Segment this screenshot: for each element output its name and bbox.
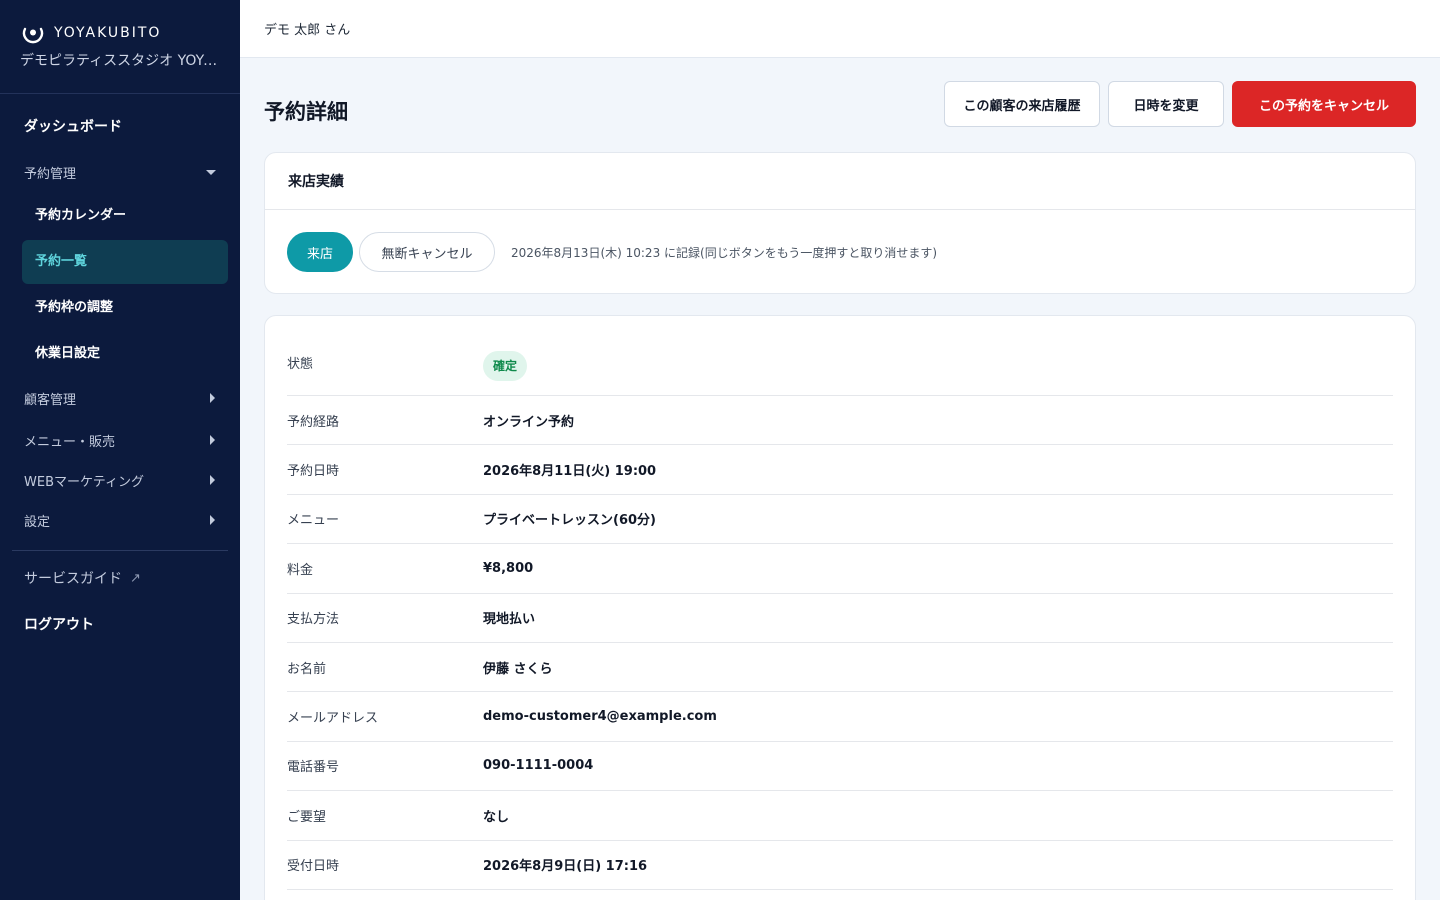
detail-value: ¥8,800 [483, 560, 534, 576]
detail-value: 2026年8月11日(火) 19:00 [483, 464, 657, 480]
detail-label: メールアドレス [287, 711, 379, 727]
detail-label: メニュー [287, 513, 340, 529]
page-header: 予約詳細 この顧客の来店履歴 日時を変更 この予約をキャンセル [264, 58, 1416, 152]
detail-value: 現地払い [483, 612, 536, 628]
sidebar-item-dashboard[interactable]: ダッシュボード [0, 104, 240, 150]
status-badge: 確定 [483, 351, 528, 381]
sidebar-group-customers[interactable]: 顧客管理 [0, 376, 240, 420]
brand-name: YOYAKUBITO [54, 25, 162, 41]
detail-label: 料金 [287, 562, 314, 578]
detail-label: 予約経路 [287, 414, 340, 430]
detail-value: プライベートレッスン(60分) [483, 513, 656, 529]
chevron-right-icon [210, 515, 215, 525]
page-title: 予約詳細 [264, 100, 348, 124]
brand-logo-row[interactable]: YOYAKUBITO [20, 20, 220, 46]
detail-row-payment: 支払方法 現地払い [287, 594, 1393, 643]
visited-button[interactable]: 来店 [287, 232, 353, 272]
sidebar-group-reservation[interactable]: 予約管理 [0, 150, 240, 194]
sidebar-group-label: 設定 [24, 514, 51, 530]
reservation-detail-card: 状態 確定 予約経路 オンライン予約 予約日時 2026年8月11日(火) 19… [264, 315, 1416, 900]
detail-label: 受付日時 [287, 859, 340, 875]
chevron-right-icon [210, 393, 215, 403]
sidebar-group-label: 顧客管理 [24, 392, 77, 408]
visit-record-title: 来店実績 [265, 153, 1415, 210]
sidebar-group-label: WEBマーケティング [24, 474, 144, 490]
visit-history-button[interactable]: この顧客の来店履歴 [944, 81, 1100, 127]
detail-row-name: お名前 伊藤 さくら [287, 643, 1393, 693]
sidebar-group-label: 予約管理 [24, 166, 77, 182]
detail-value: 090-1111-0004 [483, 758, 594, 774]
visit-record-note: 2026年8月13日(木) 10:23 に記録(同じボタンをもう一度押すと取り消… [511, 245, 938, 260]
cancel-reservation-button[interactable]: この予約をキャンセル [1232, 81, 1416, 127]
sidebar-group-web-marketing[interactable]: WEBマーケティング [0, 460, 240, 500]
detail-row-menu: メニュー プライベートレッスン(60分) [287, 495, 1393, 545]
detail-row-price: 料金 ¥8,800 [287, 544, 1393, 594]
sidebar-group-label: メニュー・販売 [24, 434, 116, 450]
current-user[interactable]: デモ 太郎 さん [264, 19, 350, 38]
sidebar-item-holidays[interactable]: 休業日設定 [22, 332, 228, 376]
sidebar-item-reservation-calendar[interactable]: 予約カレンダー [22, 194, 228, 238]
chevron-right-icon [210, 435, 215, 445]
topbar: デモ 太郎 さん [240, 0, 1440, 58]
no-show-button[interactable]: 無断キャンセル [359, 232, 495, 272]
sidebar-item-logout[interactable]: ログアウト [0, 605, 240, 645]
detail-label: 状態 [287, 357, 314, 372]
detail-row-channel: 予約経路 オンライン予約 [287, 396, 1393, 446]
detail-row-request: ご要望 なし [287, 791, 1393, 841]
change-datetime-button[interactable]: 日時を変更 [1108, 81, 1224, 127]
chevron-down-icon [206, 169, 216, 175]
detail-label: 予約日時 [287, 464, 340, 480]
detail-value: なし [483, 809, 510, 825]
detail-label: お名前 [287, 661, 327, 677]
detail-label: 支払方法 [287, 612, 340, 628]
detail-row-datetime: 予約日時 2026年8月11日(火) 19:00 [287, 445, 1393, 495]
external-link-icon: ↗ [130, 570, 141, 586]
detail-value: オンライン予約 [483, 414, 575, 430]
sidebar-group-menu-sales[interactable]: メニュー・販売 [0, 420, 240, 460]
visit-record-card: 来店実績 来店 無断キャンセル 2026年8月13日(木) 10:23 に記録(… [264, 152, 1416, 294]
brand: YOYAKUBITO デモピラティススタジオ YOYAKUBITO [0, 0, 240, 94]
sidebar-item-slot-adjust[interactable]: 予約枠の調整 [22, 286, 228, 330]
detail-value: 確定 [483, 351, 528, 381]
yoyakubito-logo-icon [22, 27, 44, 44]
detail-row-status: 状態 確定 [287, 336, 1393, 396]
chevron-right-icon [210, 475, 215, 485]
sidebar-group-settings[interactable]: 設定 [0, 500, 240, 540]
detail-label: ご要望 [287, 809, 327, 825]
detail-row-email: メールアドレス demo-customer4@example.com [287, 692, 1393, 742]
main-content: 予約詳細 この顧客の来店履歴 日時を変更 この予約をキャンセル 来店実績 来店 … [264, 58, 1416, 900]
sidebar-item-reservation-list[interactable]: 予約一覧 [22, 240, 228, 284]
sidebar: YOYAKUBITO デモピラティススタジオ YOYAKUBITO ダッシュボー… [0, 0, 240, 900]
shop-name: デモピラティススタジオ YOYAKUBITO [20, 53, 220, 69]
detail-value: demo-customer4@example.com [483, 709, 717, 725]
detail-label: 電話番号 [287, 760, 340, 776]
visit-record-body: 来店 無断キャンセル 2026年8月13日(木) 10:23 に記録(同じボタン… [265, 210, 1415, 294]
sidebar-item-label: サービスガイド [24, 571, 122, 587]
detail-value: 伊藤 さくら [483, 661, 553, 677]
detail-value: 2026年8月9日(日) 17:16 [483, 859, 648, 875]
page-actions: この顧客の来店履歴 日時を変更 この予約をキャンセル [944, 81, 1416, 127]
detail-row-phone: 電話番号 090-1111-0004 [287, 742, 1393, 792]
sidebar-nav: ダッシュボード 予約管理 予約カレンダー 予約一覧 予約枠の調整 休業日設定 顧… [0, 94, 240, 645]
detail-row-received: 受付日時 2026年8月9日(日) 17:16 [287, 841, 1393, 890]
sidebar-item-service-guide[interactable]: サービスガイド ↗ [0, 551, 240, 605]
